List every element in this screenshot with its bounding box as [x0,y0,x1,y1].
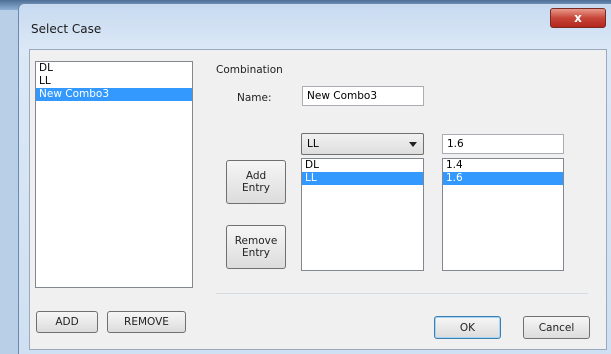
close-button[interactable]: x [550,8,606,28]
combination-name-input[interactable]: New Combo3 [302,86,424,106]
case-list[interactable]: DL LL New Combo3 [35,61,193,288]
case-list-item-label: LL [39,75,51,87]
entry-case-item-ll[interactable]: LL [302,172,423,185]
dialog-title: Select Case [31,22,102,36]
case-select-value: LL [307,138,319,150]
remove-entry-button[interactable]: Remove Entry [226,225,286,269]
entry-case-list[interactable]: DL LL [301,158,424,271]
case-list-item-new-combo3[interactable]: New Combo3 [36,88,192,101]
name-label: Name: [237,92,272,104]
case-list-item-ll[interactable]: LL [36,75,192,88]
entry-factor-list[interactable]: 1.4 1.6 [442,158,564,271]
case-list-item-dl[interactable]: DL [36,62,192,75]
dialog-client-area: DL LL New Combo3 ADD REMOVE Combination … [29,49,607,350]
select-case-dialog: Select Case x DL LL New Combo3 ADD REMOV… [18,3,611,354]
entry-factor-item-1-4[interactable]: 1.4 [443,159,563,172]
entry-factor-item-1-6[interactable]: 1.6 [443,172,563,185]
case-select-dropdown[interactable]: LL [301,133,424,155]
add-case-button[interactable]: ADD [36,311,98,333]
remove-case-button[interactable]: REMOVE [107,311,186,333]
ok-button[interactable]: OK [434,316,501,339]
separator [216,293,588,294]
combination-group-label: Combination [216,64,283,76]
case-list-item-label: New Combo3 [39,88,109,100]
close-icon: x [574,11,582,25]
factor-input[interactable]: 1.6 [442,134,564,154]
chevron-down-icon [409,142,417,147]
entry-case-item-dl[interactable]: DL [302,159,423,172]
case-list-item-label: DL [39,62,53,74]
add-entry-button[interactable]: Add Entry [226,160,286,204]
cancel-button[interactable]: Cancel [523,316,590,339]
